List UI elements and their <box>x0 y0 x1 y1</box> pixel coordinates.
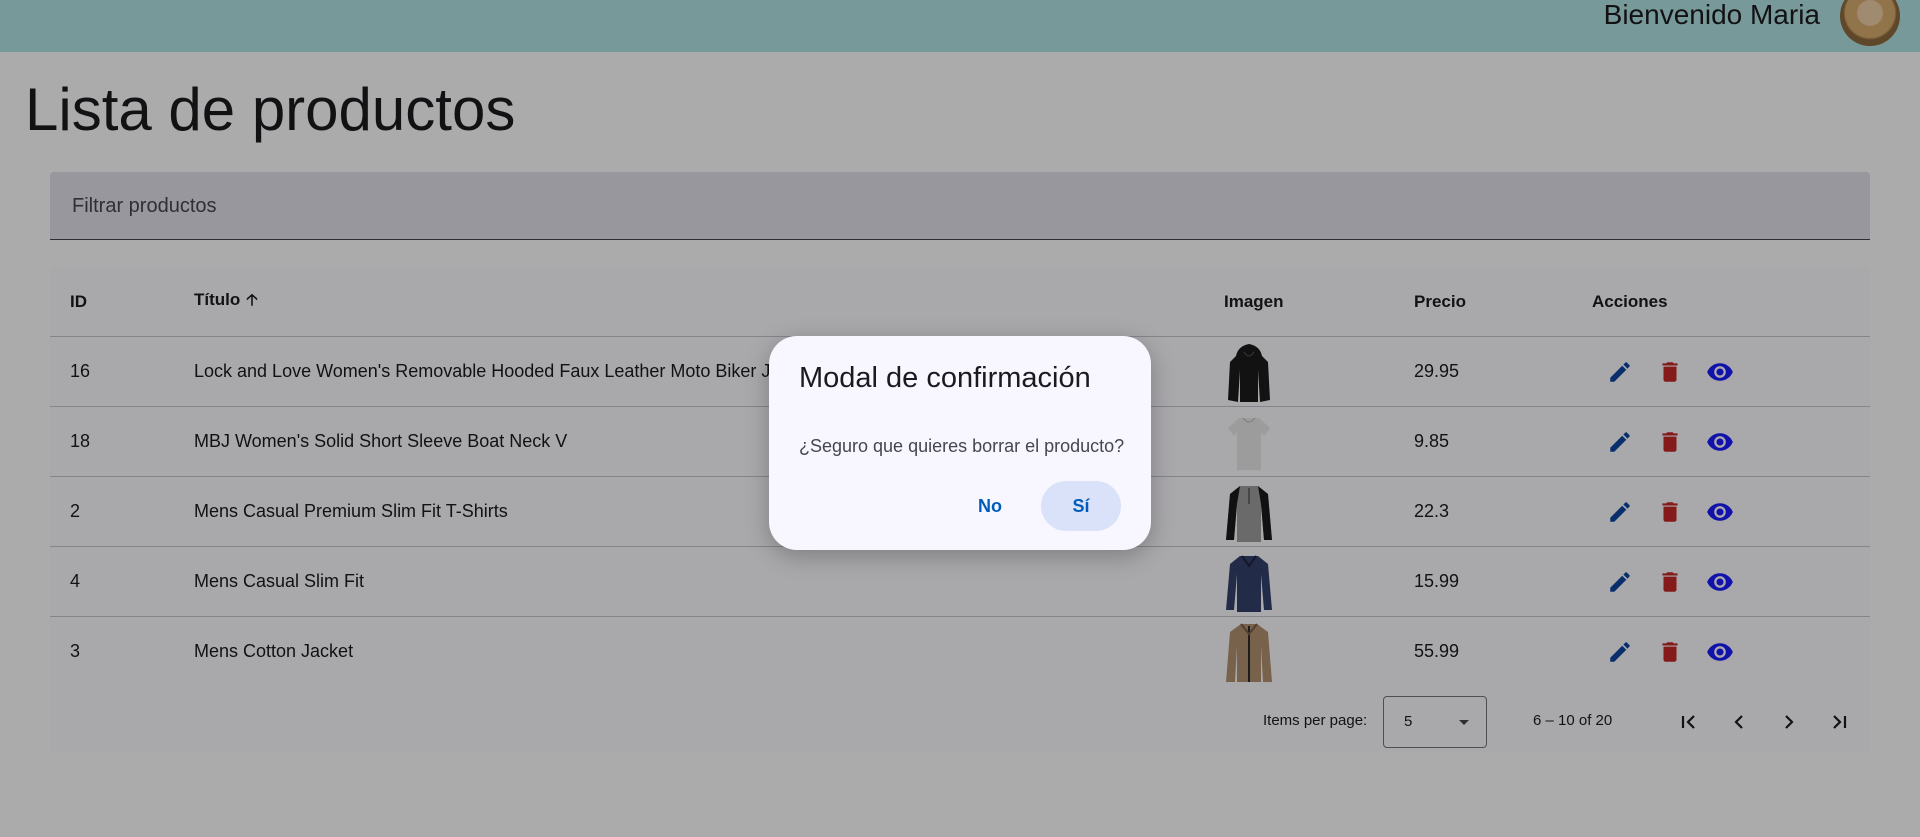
no-button[interactable]: No <box>959 481 1021 531</box>
dialog-title: Modal de confirmación <box>799 362 1091 394</box>
yes-button[interactable]: Sí <box>1041 481 1121 531</box>
confirmation-dialog: Modal de confirmación ¿Seguro que quiere… <box>769 336 1151 550</box>
dialog-message: ¿Seguro que quieres borrar el producto? <box>799 436 1125 456</box>
